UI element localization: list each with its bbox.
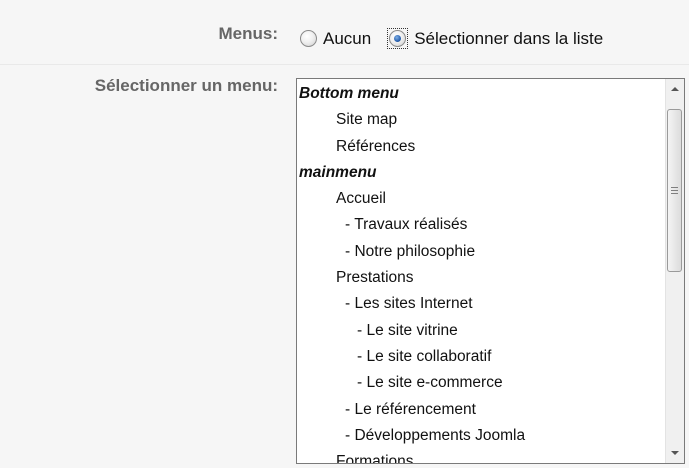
list-item[interactable]: - Travaux réalisés <box>297 212 664 238</box>
list-item[interactable]: - Développements Joomla <box>297 423 664 449</box>
list-item[interactable]: - Le site collaboratif <box>297 344 664 370</box>
list-item[interactable]: Site map <box>297 107 664 133</box>
list-group-bottom-menu: Bottom menu <box>299 85 399 102</box>
radio-checked-icon[interactable] <box>389 30 407 47</box>
scroll-down-arrow-icon[interactable] <box>666 444 684 462</box>
list-item[interactable]: - Le site vitrine <box>297 318 664 344</box>
list-item[interactable]: Prestations <box>297 265 664 291</box>
menus-radio-group: Aucun Sélectionner dans la liste <box>300 28 603 49</box>
list-item[interactable]: Références <box>297 134 664 160</box>
select-menu-label: Sélectionner un menu: <box>94 76 278 95</box>
list-group-mainmenu: mainmenu <box>299 163 377 181</box>
listbox-scrollbar[interactable] <box>665 79 684 463</box>
list-item[interactable]: - Les sites Internet <box>297 291 664 317</box>
list-item[interactable]: - Le référencement <box>297 397 664 423</box>
scroll-thumb[interactable] <box>667 109 682 272</box>
radio-unchecked-icon[interactable] <box>300 30 317 47</box>
list-item[interactable]: - Le site e-commerce <box>297 370 664 396</box>
list-item[interactable]: Formations <box>297 449 664 463</box>
radio-selectionner-label[interactable]: Sélectionner dans la liste <box>414 29 603 49</box>
radio-aucun-label[interactable]: Aucun <box>323 29 371 49</box>
scroll-up-arrow-icon[interactable] <box>666 80 684 98</box>
scroll-thumb-grip-icon <box>671 185 678 196</box>
list-item[interactable]: - Notre philosophie <box>297 239 664 265</box>
menus-row: Menus: Aucun Sélectionner dans la liste <box>0 0 689 65</box>
list-item[interactable]: Accueil <box>297 186 664 212</box>
menu-list-items: Bottom menu Site map Références mainmenu… <box>297 79 664 463</box>
radio-focus-outline <box>387 28 409 49</box>
menu-listbox[interactable]: Bottom menu Site map Références mainmenu… <box>296 78 685 464</box>
menus-label: Menus: <box>218 24 279 43</box>
